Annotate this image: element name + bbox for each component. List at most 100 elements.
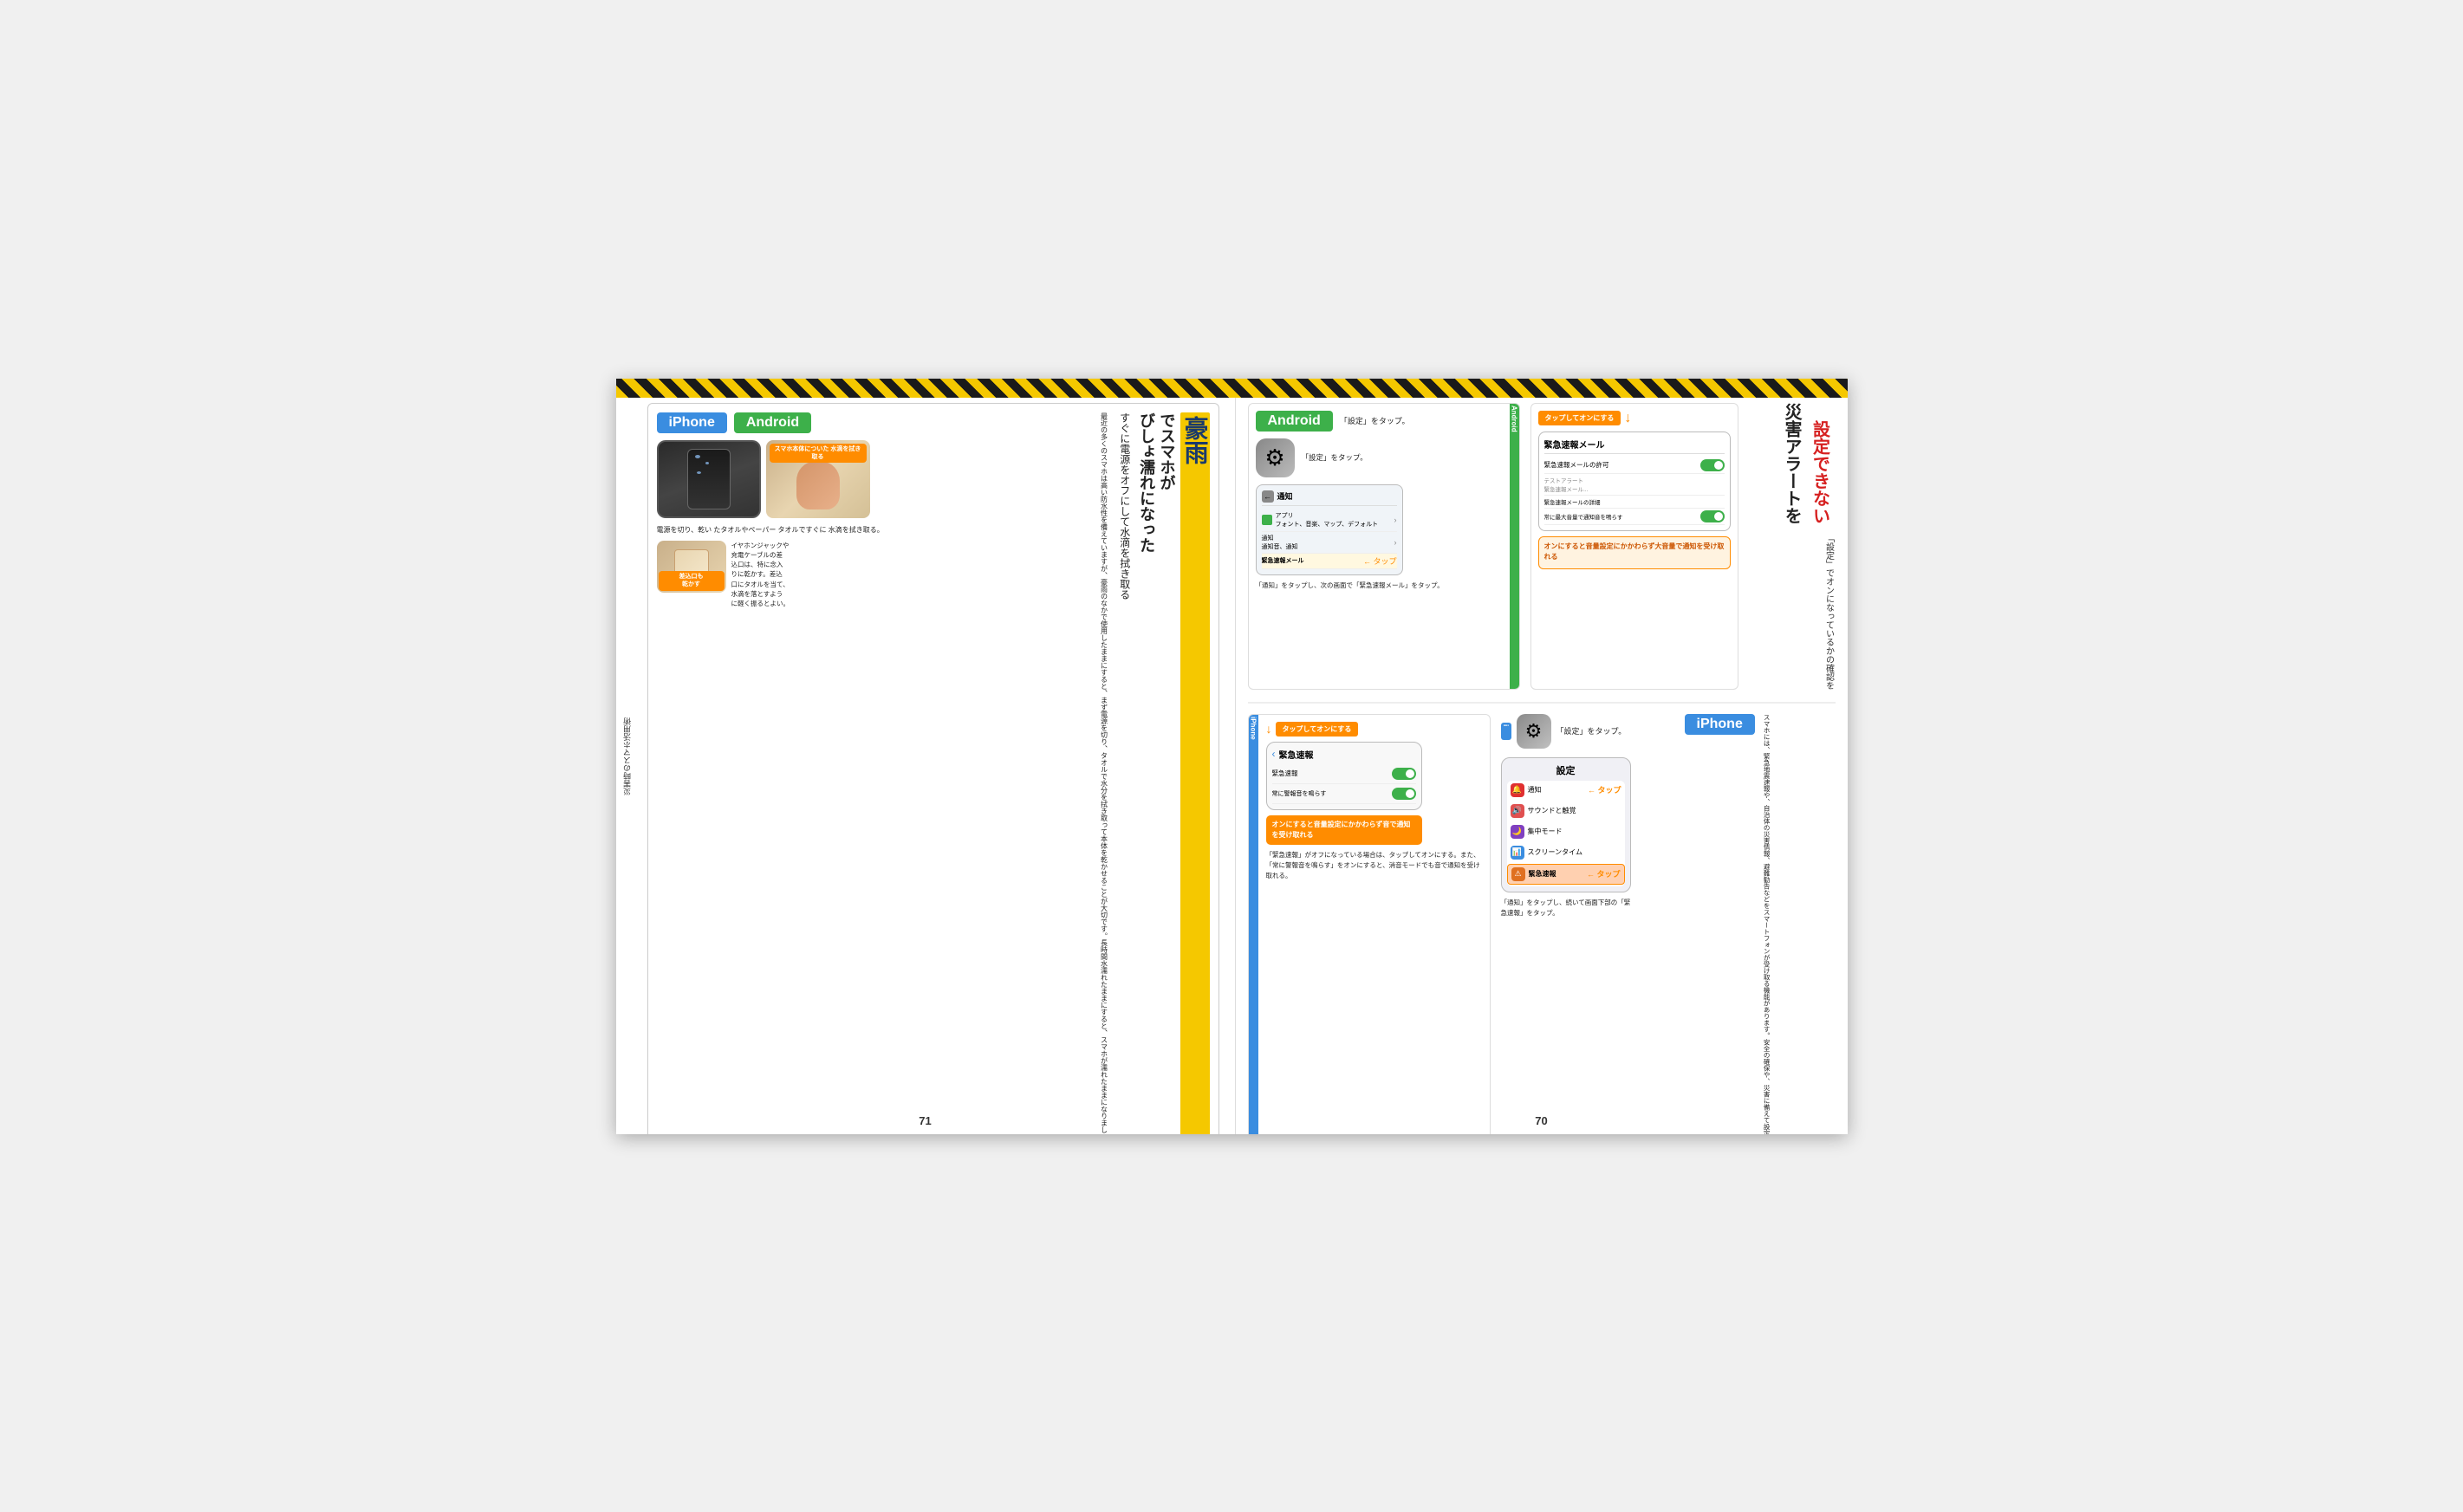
heading-main-text: でスマホがびしょ濡れになった: [1136, 412, 1177, 1134]
emergency-mail-section: タップしてオンにする ↓ 緊急速報メール 緊急速報メールの許可 テストアラート緊…: [1530, 403, 1738, 690]
android-step2-text: 「通知」をタップし、次の画面で「緊急速報メール」をタップ。: [1256, 581, 1500, 590]
android-label-top: Android: [734, 412, 811, 433]
allow-label: 緊急速報メールの許可: [1544, 460, 1609, 470]
heading-subtitle: すぐに電源をオフにして水滴を拭き取る: [1116, 412, 1133, 1134]
hazard-stripe: [616, 379, 1848, 398]
sound-label: サウンドと触覚: [1528, 806, 1576, 815]
android-emergency-row: 緊急速報メール ← タップ: [1262, 554, 1397, 569]
settings-row-emergency: ⚠ 緊急速報 ← タップ: [1507, 864, 1625, 885]
tap-on-indicator: タップしてオンにする ↓: [1538, 411, 1731, 426]
android-alert-title: Android 「設定」をタップ。: [1256, 411, 1500, 432]
iphone-settings-heading: i ⚙ 「設定」をタップ。: [1501, 714, 1674, 749]
emergency-screen-title-iphone: 緊急速報: [1279, 748, 1314, 761]
iphone-emergency-section: iPhone ↓ タップしてオンにする ‹ 緊急速報 緊急速報: [1248, 714, 1491, 1134]
emergency-icon: ⚠: [1511, 867, 1525, 881]
iphone-orange-note: オンにすると音量設定にかかわらず音で通知を受け取れる: [1266, 815, 1422, 845]
heading-accent-text: 豪雨: [1180, 412, 1210, 1134]
page-number-right: 70: [1535, 1114, 1547, 1127]
screentime-label: スクリーンタイム: [1528, 847, 1582, 857]
emergency-toggle-label: 緊急速報: [1272, 769, 1298, 778]
emergency-screen-title: 緊急速報メール: [1544, 438, 1725, 454]
iphone-label-top: iPhone: [657, 412, 727, 433]
ios-settings-tap-text: 「設定」をタップ。: [1556, 725, 1627, 737]
ios-settings-icon: ⚙: [1517, 714, 1551, 749]
emergency-toggle[interactable]: [1700, 459, 1725, 471]
max-vol-toggle[interactable]: [1700, 510, 1725, 522]
settings-row-screentime: 📊 スクリーンタイム: [1507, 843, 1625, 862]
hand-towel-image: スマホ本体についた 水滴を拭き取る: [766, 440, 870, 518]
android-side-label-alert: Android: [1510, 404, 1519, 689]
settings-row-sound: 🔊 サウンドと触覚: [1507, 801, 1625, 821]
title-sub-text: 「設定」でオンになっているかの確認を: [1823, 534, 1836, 690]
ios-settings-title: 設定: [1507, 763, 1625, 777]
bubble-port-dry: 差込口も乾かす: [659, 571, 725, 590]
heading-accent-block: 豪雨: [1180, 412, 1210, 1134]
sound-icon: 🔊: [1511, 804, 1524, 818]
alarm-toggle-label: 常に警報音を鳴らす: [1272, 789, 1327, 798]
emergency-iphone-toggle[interactable]: [1392, 768, 1416, 780]
android-step-text: 「設定」をタップ。: [1340, 415, 1410, 426]
max-volume-row: 緊急速報メールの詳細: [1544, 496, 1725, 509]
android-notification-screen: ← 通知 アプリフォント、音楽、マップ、デフォルト › 通知通知音、通知 ›: [1256, 484, 1403, 575]
phone-images-top: スマホ本体についた 水滴を拭き取る: [657, 440, 917, 518]
android-silent-row: 通知通知音、通知 ›: [1262, 532, 1397, 554]
bubble-wipe: スマホ本体についた 水滴を拭き取る: [770, 444, 867, 463]
back-chevron-iphone: ‹: [1272, 748, 1276, 760]
emergency-mail-screen-mock: 緊急速報メール 緊急速報メールの許可 テストアラート緊急速報メール... 緊急速…: [1538, 432, 1731, 531]
iphone-emergency-explanation: 「緊急速報」がオフになっている場合は、タップしてオンにする。また、「常に警報音を…: [1266, 850, 1483, 881]
focus-icon: 🌙: [1511, 825, 1524, 839]
title-line2: 設定できない: [1810, 420, 1829, 524]
title-line1: 災害アラートを: [1782, 403, 1801, 524]
device-labels-row: iPhone Android: [657, 412, 917, 433]
android-notif-header: ← 通知: [1262, 490, 1397, 506]
title-main-vertical: 災害アラートを: [1779, 403, 1803, 524]
android-label-alert: Android: [1256, 411, 1333, 432]
iphone-tap-arrow: ↓: [1266, 722, 1272, 736]
left-page-content: iPhone Android: [647, 403, 1219, 1119]
emergency-label: 緊急速報: [1529, 869, 1556, 879]
page-divider: [1248, 702, 1836, 704]
top-section-devices: iPhone Android: [657, 412, 917, 1134]
right-page: Android Android 「設定」をタップ。 ⚙ 「設定」をタップ。 ←: [1236, 379, 1848, 1134]
page-number-left: 71: [919, 1114, 931, 1127]
notif-tap-indicator: ← タップ: [1588, 784, 1621, 795]
ios-settings-explanation: 「通知」をタップし、続いて画面下部の「緊急速報」をタップ。: [1501, 898, 1631, 918]
left-page: 災害時のスマホ活用術 iPhone Android: [616, 379, 1236, 1134]
ios-settings-list: 🔔 通知 ← タップ 🔊 サウンドと触覚 🌙 集中モード: [1507, 781, 1625, 886]
notif-label: 通知: [1528, 785, 1542, 795]
always-max-row: 常に最大音量で通知音を鳴らす: [1544, 509, 1725, 525]
iphone-label-and-title: iPhone: [1685, 714, 1755, 1134]
iphone-side-label-emergency: iPhone: [1249, 715, 1258, 1134]
settings-row-focus: 🌙 集中モード: [1507, 822, 1625, 841]
right-page-title: 災害アラートを 設定できない 「設定」でオンになっているかの確認を: [1749, 403, 1836, 690]
title-emphasis-vertical: 設定できない: [1808, 420, 1832, 524]
notif-icon: 🔔: [1511, 783, 1524, 797]
android-settings-icon: ⚙: [1256, 438, 1295, 477]
orange-note-box-android: オンにすると音量設定にかかわらず大音量で通知を受け取れる: [1538, 536, 1731, 569]
right-bottom-area: iPhone ↓ タップしてオンにする ‹ 緊急速報 緊急速報: [1248, 714, 1836, 1134]
iphone-settings-column: i ⚙ 「設定」をタップ。 設定 🔔 通知 ← タップ 🔊: [1501, 714, 1674, 1134]
right-title-container: 災害アラートを 設定できない: [1779, 403, 1835, 530]
tap-arrow: ↓: [1624, 411, 1631, 426]
focus-label: 集中モード: [1528, 827, 1563, 836]
iphone-title-side: iPhone スマホには、緊急地震速報や、自治体の災害情報、避難勧告などをスマー…: [1685, 714, 1773, 1134]
android-settings-label: 「設定」をタップ。: [1302, 452, 1368, 463]
iphone-tap-on-label: タップしてオンにする: [1276, 722, 1359, 737]
port-instruction-text: イヤホンジャックや充電ケーブルの差込口は、特に念入りに乾かす。差込口にタオルを当…: [731, 541, 917, 609]
right-side-explanation-text: スマホには、緊急地震速報や、自治体の災害情報、避難勧告などをスマートフォンが受け…: [1760, 714, 1772, 1134]
iphone-label-bottom-right: iPhone: [1685, 714, 1755, 735]
test-alert-row: テストアラート緊急速報メール...: [1544, 474, 1725, 496]
android-settings-display: ⚙ 「設定」をタップ。: [1256, 438, 1500, 477]
rain-heading-block: すぐに電源をオフにして水滴を拭き取る でスマホがびしょ濡れになった 豪雨: [1116, 412, 1210, 1134]
iphone-emergency-screen: ‹ 緊急速報 緊急速報 常に警報音を鳴らす: [1266, 742, 1422, 810]
iphone-wet-image: [657, 440, 761, 518]
port-drying-area: 差込口も乾かす イヤホンジャックや充電ケーブルの差込口は、特に念入りに乾かす。差…: [657, 541, 917, 609]
alarm-toggle-row: 常に警報音を鳴らす: [1272, 784, 1416, 804]
orange-note-title: オンにすると音量設定にかかわらず大音量で通知を受け取れる: [1544, 542, 1725, 562]
settings-row-notification: 🔔 通知 ← タップ: [1507, 781, 1625, 800]
emergency-tap-indicator: ← タップ: [1587, 868, 1621, 879]
ios-settings-screen: 設定 🔔 通知 ← タップ 🔊 サウンドと触覚 🌙: [1501, 757, 1631, 892]
iphone-tap-on-row: ↓ タップしてオンにする: [1266, 722, 1483, 737]
spread-container: 災害時のスマホ活用術 iPhone Android: [616, 379, 1848, 1134]
alarm-iphone-toggle[interactable]: [1392, 788, 1416, 800]
